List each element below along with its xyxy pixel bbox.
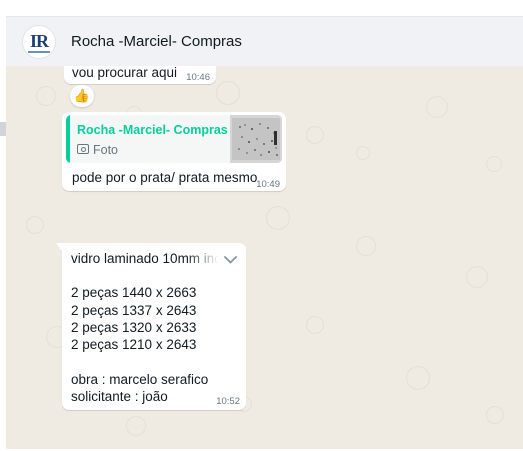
- wallpaper-doodle: [266, 206, 290, 230]
- wallpaper-doodle: [306, 126, 324, 144]
- menu-fade: [186, 245, 246, 271]
- wallpaper-doodle: [356, 236, 376, 256]
- wallpaper-doodle: [426, 96, 448, 118]
- wallpaper-doodle: [126, 416, 146, 436]
- message-bubble[interactable]: vidro laminado 10mm inc 2 peças 1440 x 2…: [56, 243, 246, 410]
- reaction-emoji: 👍: [73, 88, 91, 103]
- wallpaper-doodle: [36, 86, 56, 106]
- avatar-logo-underline: [28, 50, 50, 53]
- thumbs-up-icon[interactable]: 👍: [70, 85, 94, 107]
- top-strip: [0, 0, 523, 17]
- quote-media-label: Foto: [93, 143, 119, 157]
- message-bubble[interactable]: vou procurar aqui 10:46: [64, 65, 216, 84]
- quote-author: Rocha -Marciel- Compras: [77, 123, 228, 137]
- message-line: 2 peças 1337 x 2643: [71, 303, 197, 318]
- quote-accent-bar: [66, 115, 70, 163]
- message-time: 10:52: [216, 396, 240, 407]
- message-text: vou procurar aqui: [72, 65, 178, 80]
- wallpaper-doodle: [356, 146, 370, 160]
- quote-thumbnail[interactable]: [230, 115, 282, 163]
- message-line: 2 peças 1210 x 2643: [71, 337, 197, 352]
- thumbnail-image: [230, 115, 282, 163]
- wallpaper-doodle: [216, 81, 240, 105]
- message-time: 10:49: [256, 179, 280, 190]
- chevron-down-icon[interactable]: [224, 252, 237, 267]
- wallpaper-doodle: [486, 156, 502, 172]
- message-time: 10:46: [186, 72, 210, 83]
- message-line: obra : marcelo serafico: [71, 372, 209, 387]
- chat-header[interactable]: IR Rocha -Marciel- Compras: [6, 17, 523, 66]
- avatar[interactable]: IR: [22, 24, 56, 59]
- avatar-logo: IR: [29, 31, 49, 51]
- message-text: pode por o prata/ prata mesmo: [72, 170, 258, 185]
- wallpaper-doodle: [306, 316, 324, 334]
- bubble-tail: [56, 243, 62, 251]
- wallpaper-doodle: [466, 266, 488, 288]
- message-line: 2 peças 1440 x 2663: [71, 285, 197, 300]
- message-bubble-reply[interactable]: Rocha -Marciel- Compras Foto pode por o …: [62, 112, 286, 191]
- message-line: solicitante : joão: [71, 389, 168, 404]
- camera-icon: [77, 144, 89, 154]
- wallpaper-doodle: [486, 406, 504, 424]
- quoted-message[interactable]: Rocha -Marciel- Compras Foto: [66, 115, 282, 163]
- wallpaper-doodle: [26, 216, 44, 234]
- wallpaper-doodle: [406, 366, 430, 390]
- contact-name[interactable]: Rocha -Marciel- Compras: [71, 33, 242, 50]
- message-line: 2 peças 1320 x 2633: [71, 320, 197, 335]
